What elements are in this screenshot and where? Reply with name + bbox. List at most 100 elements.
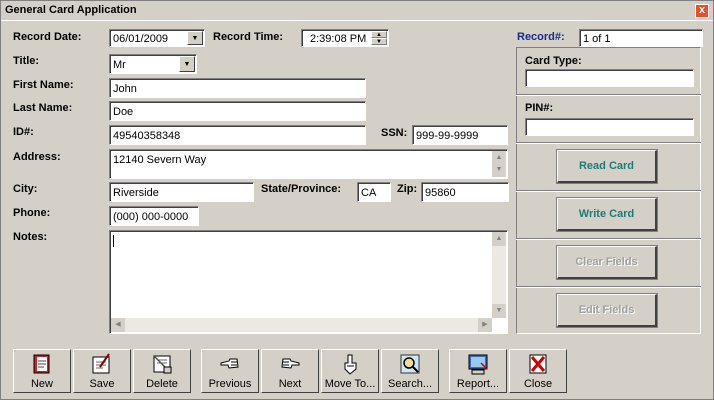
scroll-right-icon[interactable]: ▶: [478, 318, 492, 332]
record-date-value: 06/01/2009: [113, 33, 169, 45]
new-button[interactable]: New: [13, 349, 71, 393]
close-icon: [529, 354, 547, 374]
last-name-field[interactable]: Doe: [109, 101, 366, 121]
last-name-label: Last Name:: [13, 102, 73, 114]
delete-label: Delete: [146, 378, 178, 390]
title-bar[interactable]: General Card Application x: [1, 1, 713, 21]
new-label: New: [30, 378, 53, 390]
first-name-label: First Name:: [13, 79, 74, 91]
close-button[interactable]: Close: [509, 349, 567, 393]
chevron-down-icon[interactable]: ▼: [187, 31, 203, 45]
phone-label: Phone:: [13, 207, 51, 219]
text-cursor: [113, 235, 114, 248]
phone-field[interactable]: (000) 000-0000: [109, 206, 199, 226]
id-field[interactable]: 49540358348: [109, 125, 366, 145]
record-time-label: Record Time:: [213, 31, 284, 43]
address-value: 12140 Severn Way: [113, 154, 207, 166]
read-card-button[interactable]: Read Card: [556, 149, 658, 184]
notes-field[interactable]: ▲ ▼ ◀ ▶: [109, 230, 508, 334]
city-label: City:: [13, 183, 38, 195]
last-name-value: Doe: [113, 106, 134, 118]
address-field[interactable]: 12140 Severn Way ▲ ▼: [109, 149, 508, 179]
state-field[interactable]: CA: [357, 182, 391, 202]
close-window-button[interactable]: x: [695, 4, 709, 18]
address-label: Address:: [13, 151, 61, 163]
first-name-field[interactable]: John: [109, 78, 366, 98]
record-date-picker[interactable]: 06/01/2009 ▼: [109, 29, 205, 47]
chevron-down-icon[interactable]: ▼: [179, 56, 195, 72]
pin-field[interactable]: [525, 118, 694, 136]
zip-label: Zip:: [397, 183, 418, 195]
move-to-label: Move To...: [324, 378, 376, 390]
notes-horizontal-scrollbar[interactable]: ◀ ▶: [111, 318, 492, 332]
zip-value: 95860: [425, 187, 456, 199]
id-value: 49540358348: [113, 130, 181, 142]
address-scrollbar[interactable]: ▲ ▼: [492, 151, 506, 177]
state-value: CA: [361, 187, 377, 199]
record-time-value: 2:39:08 PM: [310, 33, 367, 45]
report-label: Report...: [456, 378, 500, 390]
title-label: Title:: [13, 55, 40, 67]
pin-label: PIN#:: [525, 102, 554, 114]
close-label: Close: [523, 378, 553, 390]
save-button[interactable]: Save: [73, 349, 131, 393]
id-label: ID#:: [13, 126, 34, 138]
title-select[interactable]: Mr ▼: [109, 54, 197, 74]
previous-label: Previous: [208, 378, 252, 390]
scroll-down-icon[interactable]: ▼: [492, 163, 506, 177]
card-type-label: Card Type:: [525, 55, 582, 67]
hand-pointing-down-icon: [344, 354, 357, 375]
spin-up-icon[interactable]: ▲: [371, 31, 387, 38]
phone-value: (000) 000-0000: [113, 211, 189, 223]
panel-divider: [516, 142, 701, 144]
panel-divider: [516, 94, 701, 96]
record-time-spinner[interactable]: 2:39:08 PM ▲ ▼: [301, 29, 389, 47]
spin-down-icon[interactable]: ▼: [371, 38, 387, 45]
record-number-label: Record#:: [517, 31, 565, 43]
window-title: General Card Application: [5, 4, 137, 16]
scroll-left-icon[interactable]: ◀: [111, 318, 125, 332]
new-record-icon: [33, 354, 50, 374]
write-card-button[interactable]: Write Card: [556, 197, 658, 232]
application-window: General Card Application x Record Date: …: [0, 0, 714, 400]
panel-divider: [516, 238, 701, 240]
hand-left-icon: [220, 358, 239, 369]
edit-fields-button[interactable]: Edit Fields: [556, 293, 658, 328]
ssn-field[interactable]: 999-99-9999: [412, 125, 508, 145]
record-date-label: Record Date:: [13, 31, 82, 43]
delete-button[interactable]: Delete: [133, 349, 191, 393]
notes-label: Notes:: [13, 231, 48, 243]
next-button[interactable]: Next: [261, 349, 319, 393]
next-label: Next: [278, 378, 302, 390]
ssn-label: SSN:: [381, 127, 408, 139]
card-type-field[interactable]: [525, 69, 694, 87]
search-icon: [400, 354, 420, 374]
clear-fields-button[interactable]: Clear Fields: [556, 245, 658, 280]
panel-divider: [516, 190, 701, 192]
panel-divider: [516, 286, 701, 288]
search-label: Search...: [387, 378, 433, 390]
ssn-value: 999-99-9999: [416, 130, 479, 142]
save-label: Save: [89, 378, 115, 390]
city-value: Riverside: [113, 187, 159, 199]
report-icon: [468, 354, 488, 375]
state-label: State/Province:: [261, 183, 342, 195]
record-number-field: 1 of 1: [579, 29, 703, 47]
record-number-value: 1 of 1: [583, 33, 611, 45]
move-to-button[interactable]: Move To...: [321, 349, 379, 393]
search-button[interactable]: Search...: [381, 349, 439, 393]
title-value: Mr: [113, 59, 126, 71]
city-field[interactable]: Riverside: [109, 182, 254, 202]
time-spin-buttons[interactable]: ▲ ▼: [371, 31, 387, 45]
scroll-up-icon[interactable]: ▲: [492, 232, 506, 246]
hand-right-icon: [281, 358, 300, 369]
first-name-value: John: [113, 83, 137, 95]
delete-icon: [153, 355, 172, 374]
notes-vertical-scrollbar[interactable]: ▲ ▼: [492, 232, 506, 318]
report-button[interactable]: Report...: [449, 349, 507, 393]
close-icon: x: [698, 4, 706, 16]
scroll-down-icon[interactable]: ▼: [492, 304, 506, 318]
save-icon: [92, 353, 110, 374]
zip-field[interactable]: 95860: [421, 182, 509, 202]
previous-button[interactable]: Previous: [201, 349, 259, 393]
